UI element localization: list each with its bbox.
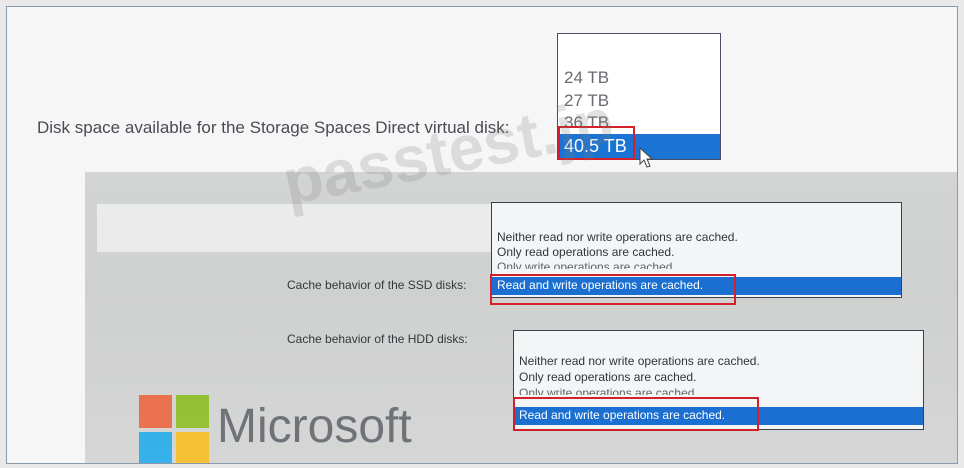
logo-square-red bbox=[139, 395, 172, 428]
ssd-option-read[interactable]: Only read operations are cached. bbox=[497, 245, 674, 260]
mouse-pointer-icon bbox=[639, 147, 653, 168]
logo-square-blue bbox=[139, 432, 172, 463]
cache-settings-panel: Cache behavior of the SSD disks: Neither… bbox=[85, 172, 957, 463]
hdd-option-neither[interactable]: Neither read nor write operations are ca… bbox=[519, 354, 760, 369]
hdd-option-read[interactable]: Only read operations are cached. bbox=[519, 370, 696, 385]
screenshot-frame: Disk space available for the Storage Spa… bbox=[6, 6, 958, 464]
ssd-answer-highlight bbox=[490, 274, 736, 305]
hdd-answer-highlight bbox=[513, 397, 759, 431]
logo-square-green bbox=[176, 395, 209, 428]
microsoft-logo-icon bbox=[139, 395, 211, 463]
hdd-cache-label: Cache behavior of the HDD disks: bbox=[287, 332, 468, 346]
microsoft-logo-text: Microsoft bbox=[217, 400, 412, 453]
ssd-option-neither[interactable]: Neither read nor write operations are ca… bbox=[497, 230, 738, 245]
ssd-option-write[interactable]: Only write operations are cached. bbox=[497, 260, 676, 269]
logo-square-yellow bbox=[176, 432, 209, 463]
ssd-cache-label: Cache behavior of the SSD disks: bbox=[287, 278, 467, 292]
